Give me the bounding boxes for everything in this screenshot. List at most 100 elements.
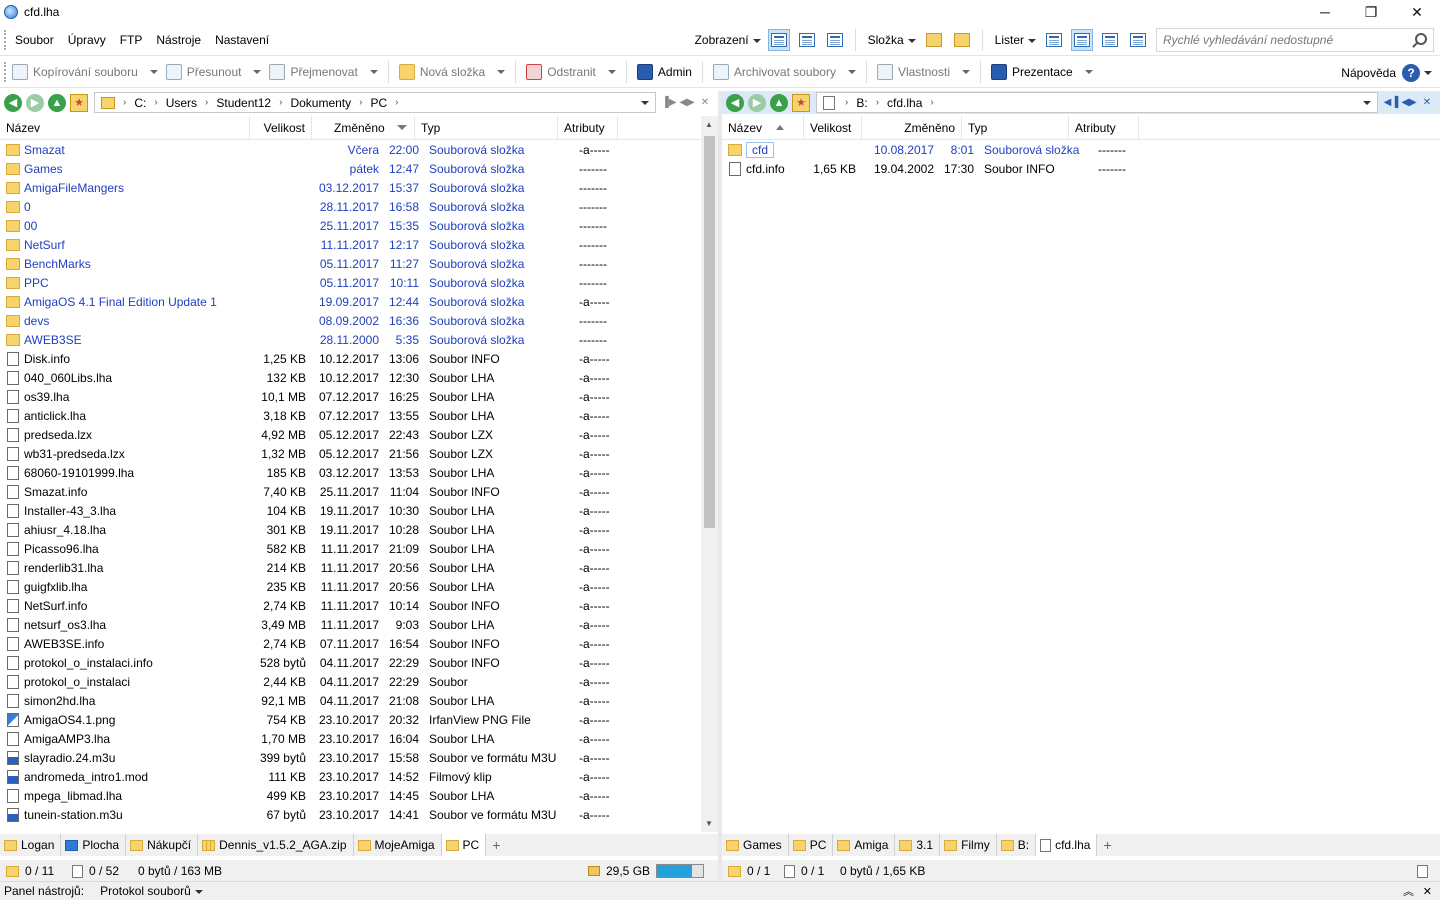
copy-files-button[interactable]: Kopírování souboru xyxy=(8,59,162,85)
panel-close-icon[interactable]: ✕ xyxy=(1423,885,1432,898)
breadcrumb-dokumenty[interactable]: Dokumenty xyxy=(284,96,357,110)
breadcrumb-cfd-lha[interactable]: cfd.lha xyxy=(881,96,928,110)
table-row[interactable]: 68060-19101999.lha 185 KB 03.12.2017 13:53 S… xyxy=(0,463,718,482)
folder-tab[interactable]: Dennis_v1.5.2_AGA.zip xyxy=(198,834,354,856)
folder-tab[interactable]: Logan xyxy=(0,834,62,856)
folder-tab[interactable]: Games xyxy=(722,834,789,856)
favorites-icon[interactable]: ★ xyxy=(70,93,88,112)
view-thumbnails-button[interactable] xyxy=(824,29,846,51)
panel-expand-icon[interactable]: ︽ xyxy=(1403,883,1414,899)
pane-swap-icon[interactable]: ◀▶ xyxy=(1401,97,1416,109)
menu-nastroje[interactable]: Nástroje xyxy=(149,33,208,47)
table-row[interactable]: simon2hd.lha 92,1 MB 04.11.2017 21:08 Soubor… xyxy=(0,691,718,710)
folder-tab[interactable]: Plocha xyxy=(61,834,127,856)
col-attr[interactable]: Atributy xyxy=(558,116,618,140)
chevron-down-icon[interactable] xyxy=(607,70,616,74)
folder-tab[interactable]: MojeAmiga xyxy=(354,834,442,856)
table-row[interactable]: AWEB3SE.info 2,74 KB 07.11.2017 16:54 Soubor… xyxy=(0,634,718,653)
table-row[interactable]: Picasso96.lha 582 KB 11.11.2017 21:09 Soubor… xyxy=(0,539,718,558)
col-name[interactable]: Název xyxy=(0,116,250,140)
table-row[interactable]: BenchMarks 05.11.2017 11:27 Souborová složk… xyxy=(0,254,718,273)
table-row[interactable]: anticlick.lha 3,18 KB 07.12.2017 13:55 Soubo… xyxy=(0,406,718,425)
back-icon[interactable]: ◀ xyxy=(726,93,744,112)
scroll-thumb[interactable] xyxy=(704,136,715,528)
table-row[interactable]: andromeda_intro1.mod 111 KB 23.10.2017 14:5… xyxy=(0,767,718,786)
pane-expand-icon[interactable]: ▐▶ xyxy=(662,97,677,109)
restore-button[interactable]: ❐ xyxy=(1348,0,1394,24)
favorites-icon[interactable]: ★ xyxy=(792,93,810,112)
table-row[interactable]: 0 28.11.2017 16:58 Souborová složka ------- xyxy=(0,197,718,216)
lister-dropdown[interactable]: Lister xyxy=(989,33,1040,47)
folder-tab[interactable]: cfd.lha xyxy=(1036,834,1098,856)
view-dropdown[interactable]: Zobrazení xyxy=(689,33,765,47)
col-size[interactable]: Velikost xyxy=(804,116,862,140)
forward-icon[interactable]: ▶ xyxy=(748,93,766,112)
up-icon[interactable]: ▲ xyxy=(48,93,66,112)
table-row[interactable]: devs 08.09.2002 16:36 Souborová složka -----… xyxy=(0,311,718,330)
folder-tab[interactable]: Nákupčí xyxy=(126,834,199,856)
table-row[interactable]: NetSurf.info 2,74 KB 11.11.2017 10:14 Soubor… xyxy=(0,596,718,615)
lister-viewer-button[interactable] xyxy=(1127,29,1149,51)
menu-upravy[interactable]: Úpravy xyxy=(61,33,113,47)
folder-options-button-2[interactable] xyxy=(951,29,973,51)
folder-tab[interactable]: B: xyxy=(997,834,1037,856)
breadcrumb-student12[interactable]: Student12 xyxy=(210,96,277,110)
forward-icon[interactable]: ▶ xyxy=(26,93,44,112)
add-tab-icon[interactable]: + xyxy=(1097,837,1117,853)
chevron-down-icon[interactable] xyxy=(961,70,970,74)
chevron-down-icon[interactable] xyxy=(149,70,158,74)
help-button[interactable]: Nápověda ? xyxy=(1341,57,1432,88)
rename-button[interactable]: Přejmenovat xyxy=(265,59,381,85)
table-row[interactable]: mpega_libmad.lha 499 KB 23.10.2017 14:45 Sou… xyxy=(0,786,718,805)
chevron-down-icon[interactable] xyxy=(497,70,506,74)
table-row[interactable]: protokol_o_instalaci.info 528 bytů 04.11.2… xyxy=(0,653,718,672)
up-icon[interactable]: ▲ xyxy=(770,93,788,112)
presentation-button[interactable]: Prezentace xyxy=(987,59,1097,85)
table-row[interactable]: Installer-43_3.lha 104 KB 19.11.2017 10:30 S… xyxy=(0,501,718,520)
search-input[interactable]: Rychlé vyhledávání nedostupné xyxy=(1156,28,1434,52)
table-row[interactable]: AmigaOS 4.1 Final Edition Update 1 19.09.… xyxy=(0,292,718,311)
menu-ftp[interactable]: FTP xyxy=(113,33,150,47)
properties-button[interactable]: Vlastnosti xyxy=(873,59,974,85)
table-row[interactable]: predseda.lzx 4,92 MB 05.12.2017 22:43 Soubor… xyxy=(0,425,718,444)
table-row[interactable]: PPC 05.11.2017 10:11 Souborová složka ------… xyxy=(0,273,718,292)
table-row[interactable]: AWEB3SE 28.11.2000 5:35 Souborová složka ---… xyxy=(0,330,718,349)
archive-button[interactable]: Archivovat soubory xyxy=(709,59,860,85)
table-row[interactable]: os39.lha 10,1 MB 07.12.2017 16:25 Soubor LHA… xyxy=(0,387,718,406)
left-scrollbar[interactable]: ▲ ▼ xyxy=(701,116,718,832)
col-modified[interactable]: Změněno xyxy=(312,116,415,140)
lister-dual-button[interactable] xyxy=(1071,29,1093,51)
table-row[interactable]: slayradio.24.m3u 399 bytů 23.10.2017 15:58 S… xyxy=(0,748,718,767)
table-row[interactable]: Games pátek 12:47 Souborová složka ------- xyxy=(0,159,718,178)
pane-close-icon[interactable]: ✕ xyxy=(1421,97,1433,109)
table-row[interactable]: cfd.info 1,65 KB 19.04.2002 17:30 Soubor INF… xyxy=(722,159,1440,178)
new-folder-button[interactable]: Nová složka xyxy=(395,59,509,85)
table-row[interactable]: ahiusr_4.18.lha 301 KB 19.11.2017 10:28 Soub… xyxy=(0,520,718,539)
table-row[interactable]: netsurf_os3.lha 3,49 MB 11.11.2017 9:03 Soub… xyxy=(0,615,718,634)
table-row[interactable]: Smazat.info 7,40 KB 25.11.2017 11:04 Soubor … xyxy=(0,482,718,501)
col-type[interactable]: Typ xyxy=(415,116,558,140)
view-details-button[interactable] xyxy=(767,29,790,51)
close-button[interactable]: ✕ xyxy=(1394,0,1440,24)
folder-tab[interactable]: PC xyxy=(789,834,834,856)
pane-swap-icon[interactable]: ◀▶ xyxy=(679,97,694,109)
table-row[interactable]: AmigaFileMangers 03.12.2017 15:37 Souborová… xyxy=(0,178,718,197)
chevron-down-icon[interactable] xyxy=(1084,70,1093,74)
breadcrumb-users[interactable]: Users xyxy=(160,96,203,110)
panel-dropdown[interactable]: Protokol souborů xyxy=(84,884,203,898)
folder-tab[interactable]: PC xyxy=(441,834,487,856)
table-row[interactable]: wb31-predseda.lzx 1,32 MB 05.12.2017 21:56 S… xyxy=(0,444,718,463)
edit-icon[interactable] xyxy=(1417,864,1428,878)
col-name[interactable]: Název xyxy=(722,116,804,140)
table-row[interactable]: Smazat Včera 22:00 Souborová složka -a----- xyxy=(0,140,718,159)
menu-nastaveni[interactable]: Nastavení xyxy=(208,33,276,47)
right-path-field[interactable]: › B: › cfd.lha › xyxy=(816,92,1378,113)
admin-button[interactable]: Admin xyxy=(633,59,696,85)
table-row[interactable]: guigfxlib.lha 235 KB 11.11.2017 20:56 Soubor… xyxy=(0,577,718,596)
breadcrumb-b[interactable]: B: xyxy=(850,96,873,110)
col-size[interactable]: Velikost xyxy=(250,116,312,140)
breadcrumb-c[interactable]: C: xyxy=(128,96,152,110)
chevron-down-icon[interactable] xyxy=(847,70,856,74)
chevron-down-icon[interactable] xyxy=(253,70,262,74)
table-row[interactable]: protokol_o_instalaci 2,44 KB 04.11.2017 22:… xyxy=(0,672,718,691)
